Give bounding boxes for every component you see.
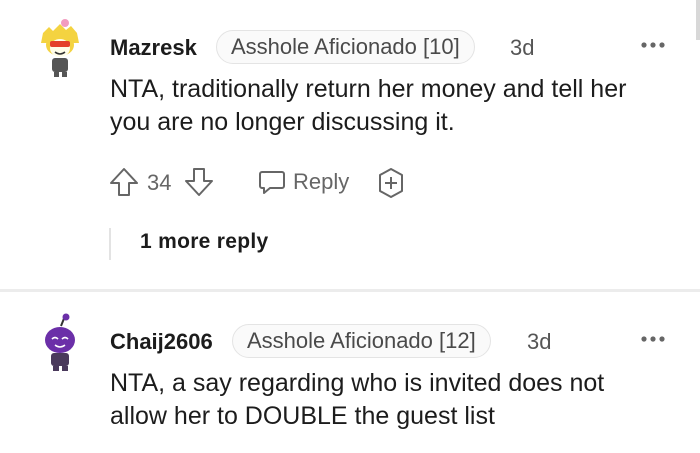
more-replies-link[interactable]: 1 more reply <box>140 230 269 254</box>
comment-body-line: allow her to DOUBLE the guest list <box>110 402 495 430</box>
comment-body-line: NTA, traditionally return her money and … <box>110 75 627 103</box>
thread-line[interactable] <box>109 228 111 260</box>
comment: Chaij2606 Asshole Aficionado [12] 3d NTA… <box>0 292 700 453</box>
reply-button[interactable]: Reply <box>256 166 349 198</box>
comment-bubble-icon <box>259 171 285 194</box>
username[interactable]: Mazresk <box>110 35 197 61</box>
user-flair: Asshole Aficionado [10] <box>216 30 475 64</box>
award-button[interactable] <box>374 166 408 200</box>
comment-body-line: you are no longer discussing it. <box>110 108 455 136</box>
username[interactable]: Chaij2606 <box>110 329 213 355</box>
user-avatar[interactable] <box>35 312 85 371</box>
comment-age[interactable]: 3d <box>510 35 534 61</box>
downvote-icon <box>185 168 213 196</box>
comment-body-line: NTA, a say regarding who is invited does… <box>110 369 605 397</box>
downvote-button[interactable] <box>183 166 215 198</box>
upvote-icon <box>110 168 138 196</box>
award-icon <box>379 168 403 198</box>
comment-age[interactable]: 3d <box>527 329 551 355</box>
vote-count: 34 <box>147 170 172 195</box>
comment-body: NTA, a say regarding who is invited does… <box>110 367 700 433</box>
more-options-icon[interactable] <box>638 331 668 347</box>
more-options-icon[interactable] <box>638 37 668 53</box>
comment: Mazresk Asshole Aficionado [10] 3d NTA, … <box>0 0 700 288</box>
reply-label: Reply <box>293 169 350 194</box>
comment-body: NTA, traditionally return her money and … <box>110 73 700 139</box>
user-flair: Asshole Aficionado [12] <box>232 324 491 358</box>
upvote-button[interactable] <box>108 166 140 198</box>
user-avatar[interactable] <box>35 17 85 77</box>
